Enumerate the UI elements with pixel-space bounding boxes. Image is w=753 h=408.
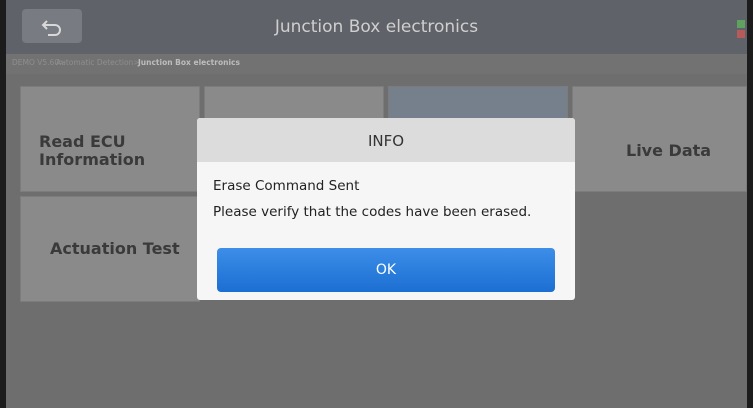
dialog-message: Erase Command Sent: [213, 178, 360, 194]
modal-overlay: INFO Erase Command Sent Please verify th…: [0, 0, 753, 408]
dialog-title: INFO: [367, 132, 405, 150]
info-dialog: INFO Erase Command Sent Please verify th…: [197, 118, 575, 300]
dialog-header: INFO: [197, 118, 575, 162]
ok-button[interactable]: OK: [217, 248, 555, 292]
dialog-message: Please verify that the codes have been e…: [213, 204, 532, 220]
